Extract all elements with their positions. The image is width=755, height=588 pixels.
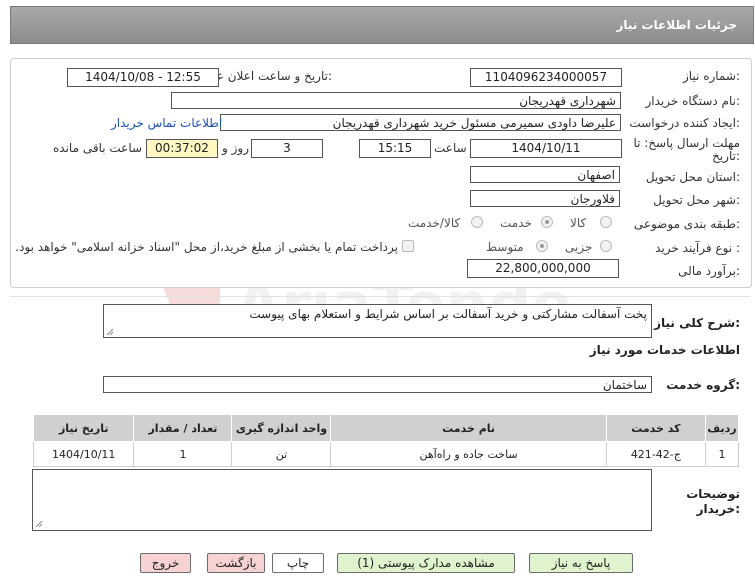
deadline-time-field: 15:15 (359, 139, 431, 158)
category-label: طبقه بندی موضوعی: (633, 217, 740, 231)
buyer-notes-textarea[interactable] (32, 469, 652, 531)
back-button[interactable]: بازگشت (207, 553, 265, 573)
process-minor-radio[interactable] (600, 240, 612, 252)
services-table-header: تاریخ نیاز تعداد / مقدار واحد اندازه گیر… (32, 414, 740, 442)
col-quantity: تعداد / مقدار (133, 414, 233, 442)
treasury-checkbox[interactable] (402, 240, 414, 252)
remaining-time-field: 00:37:02 (146, 139, 218, 158)
exit-button[interactable]: خروج (140, 553, 191, 573)
col-row-number: ردیف (704, 414, 740, 442)
description-text: پخت آسفالت مشارکتی و خرید آسفالت بر اساس… (249, 307, 647, 321)
category-option-both-label: کالا/خدمت (408, 216, 461, 230)
buyer-notes-label-line2: خریدار: (696, 502, 740, 516)
need-number-field: 1104096234000057 (470, 68, 622, 87)
cell-row-number: 1 (704, 441, 740, 467)
page-header: جزئیات اطلاعات نیاز (10, 6, 754, 44)
process-minor-label: جزیی (565, 240, 593, 254)
city-field: فلاورجان (470, 190, 620, 207)
process-type-label: نوع فرآیند خرید : (655, 241, 740, 255)
remaining-days-label: روز و (222, 141, 249, 155)
cell-quantity: 1 (133, 441, 233, 467)
treasury-note: پرداخت تمام یا بخشی از مبلغ خرید،از محل … (15, 240, 398, 254)
category-option-service-radio[interactable] (541, 216, 553, 228)
resize-grip-icon[interactable] (35, 520, 43, 528)
need-number-label: شماره نیاز: (682, 69, 740, 83)
category-option-goods-label: کالا (570, 216, 587, 230)
budget-field: 22,800,000,000 (467, 259, 619, 278)
requester-field: علیرضا داودی سمیرمی مسئول خرید شهرداری ق… (220, 114, 621, 131)
province-field: اصفهان (470, 166, 620, 183)
cell-need-date: 1404/10/11 (32, 441, 135, 467)
col-service-name: نام خدمت (330, 414, 607, 442)
city-label: شهر محل تحویل: (653, 193, 740, 207)
cell-unit: تن (231, 441, 332, 467)
cell-service-name: ساخت جاده و راه‌آهن (330, 441, 607, 467)
buyer-notes-label-line1: توضیحات (686, 487, 740, 501)
requester-label: ایجاد کننده درخواست: (629, 116, 740, 130)
col-unit: واحد اندازه گیری (231, 414, 332, 442)
deadline-label-line2: تاریخ: (712, 149, 740, 163)
deadline-label-line1: مهلت ارسال پاسخ: تا (633, 136, 740, 150)
table-row: 1404/10/11 1 تن ساخت جاده و راه‌آهن ج-42… (32, 441, 740, 467)
announce-datetime-field: 1404/10/08 - 12:55 (67, 68, 219, 87)
remaining-time-label: ساعت باقی مانده (53, 141, 143, 155)
reply-button[interactable]: پاسخ به نیاز (529, 553, 633, 573)
category-option-both-radio[interactable] (471, 216, 483, 228)
cell-service-code: ج-42-421 (605, 441, 706, 467)
view-attachments-button[interactable]: مشاهده مدارک پیوستی (1) (337, 553, 515, 573)
service-group-field: ساختمان (103, 376, 652, 393)
category-option-goods-radio[interactable] (600, 216, 612, 228)
deadline-date-field: 1404/10/11 (470, 139, 622, 158)
category-option-service-label: خدمت (500, 216, 532, 230)
buyer-org-field: شهرداری قهدریجان (171, 92, 621, 109)
col-service-code: کد خدمت (605, 414, 706, 442)
deadline-time-label: ساعت (434, 141, 467, 155)
description-label: شرح کلی نیاز: (654, 316, 740, 330)
process-medium-radio[interactable] (536, 240, 548, 252)
resize-grip-icon[interactable] (106, 328, 114, 336)
page-title: جزئیات اطلاعات نیاز (616, 18, 737, 32)
service-group-label: گروه خدمت: (666, 378, 740, 392)
col-need-date: تاریخ نیاز (32, 414, 135, 442)
province-label: استان محل تحویل: (645, 170, 740, 184)
print-button[interactable]: چاپ (272, 553, 324, 573)
buyer-contact-link[interactable]: اطلاعات تماس خریدار (111, 116, 222, 130)
buyer-org-label: نام دستگاه خریدار: (645, 94, 741, 108)
budget-label: برآورد مالی: (678, 264, 740, 278)
process-medium-label: متوسط (486, 240, 524, 254)
remaining-days-field: 3 (251, 139, 323, 158)
description-textarea[interactable]: پخت آسفالت مشارکتی و خرید آسفالت بر اساس… (103, 304, 652, 338)
services-table: تاریخ نیاز تعداد / مقدار واحد اندازه گیر… (32, 414, 740, 467)
section-divider (10, 296, 750, 297)
services-section-title: اطلاعات خدمات مورد نیاز (589, 343, 740, 357)
